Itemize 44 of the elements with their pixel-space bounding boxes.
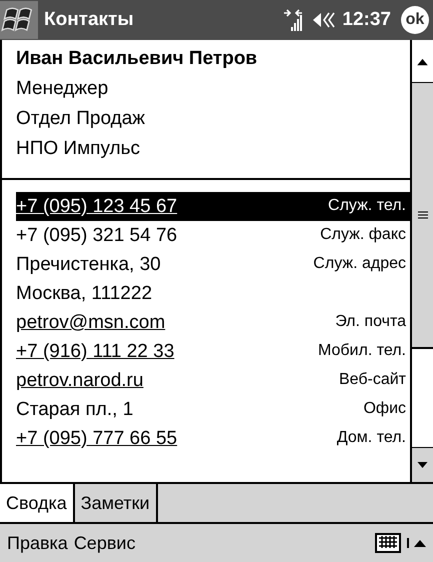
- keyboard-icon[interactable]: [375, 533, 401, 553]
- field-label: Дом. тел.: [336, 428, 406, 448]
- field-label: Офис: [363, 399, 406, 419]
- field-row[interactable]: +7 (095) 123 45 67 Служ. тел.: [16, 192, 410, 221]
- field-value: Москва, 111222: [16, 282, 154, 306]
- field-label: Служ. факс: [320, 225, 406, 245]
- field-value: Старая пл., 1: [16, 398, 134, 422]
- field-row[interactable]: +7 (095) 321 54 76 Служ. факс: [16, 221, 410, 250]
- field-link[interactable]: +7 (095) 123 45 67: [16, 192, 178, 221]
- speaker-icon[interactable]: [312, 10, 336, 30]
- signal-icon[interactable]: [282, 8, 304, 32]
- scroll-up-icon[interactable]: [412, 40, 433, 82]
- field-link[interactable]: petrov@msn.com: [16, 308, 166, 337]
- contact-detail: Отдел Продаж: [16, 107, 146, 131]
- field-row[interactable]: Пречистенка, 30 Москва, 111222 Служ. адрес: [16, 250, 410, 308]
- field-value: Пречистенка, 30: [16, 253, 161, 277]
- ok-button[interactable]: ok: [401, 6, 429, 34]
- field-label: Мобил. тел.: [318, 341, 406, 361]
- menu-item[interactable]: Правка: [4, 532, 71, 554]
- contact-name: Иван Васильевич Петров: [16, 47, 258, 71]
- tab[interactable]: Сводка: [0, 484, 75, 522]
- field-link[interactable]: +7 (095) 777 66 55: [16, 424, 178, 453]
- field-row[interactable]: petrov@msn.com Эл. почта: [16, 308, 410, 337]
- field-label: Веб-сайт: [338, 370, 406, 390]
- clock-time: 12:37: [342, 9, 391, 31]
- field-label: Служ. тел.: [328, 196, 406, 216]
- field-value: +7 (095) 321 54 76: [16, 224, 178, 248]
- field-link[interactable]: +7 (916) 111 22 33: [16, 337, 174, 366]
- menu-item[interactable]: Сервис: [70, 532, 138, 554]
- field-row[interactable]: +7 (916) 111 22 33 Мобил. тел.: [16, 337, 410, 366]
- window-title: Контакты: [44, 9, 135, 31]
- field-label: Эл. почта: [335, 312, 406, 332]
- scrollbar[interactable]: [410, 40, 433, 482]
- scroll-thumb[interactable]: [412, 82, 433, 349]
- field-row[interactable]: petrov.narod.ru Веб-сайт: [16, 366, 410, 395]
- windows-flag-icon[interactable]: [0, 0, 38, 40]
- contact-detail: НПО Импульс: [16, 137, 142, 161]
- field-row[interactable]: Старая пл., 1 Офис: [16, 395, 410, 424]
- contact-detail: Менеджер: [16, 77, 110, 101]
- field-link[interactable]: petrov.narod.ru: [16, 366, 144, 395]
- field-row[interactable]: +7 (095) 777 66 55 Дом. тел.: [16, 424, 410, 453]
- field-label: Служ. адрес: [313, 254, 406, 274]
- caret-up-icon[interactable]: [407, 538, 427, 548]
- grip-icon: [418, 211, 428, 219]
